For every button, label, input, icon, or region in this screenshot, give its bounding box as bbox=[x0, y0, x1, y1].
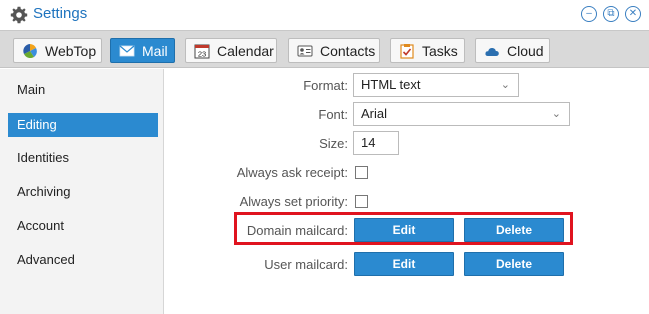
contacts-icon bbox=[297, 45, 313, 56]
tab-tasks[interactable]: Tasks bbox=[390, 38, 465, 63]
size-value: 14 bbox=[361, 135, 376, 150]
set-priority-checkbox[interactable] bbox=[355, 195, 368, 208]
calendar-icon: 23 bbox=[194, 44, 210, 58]
format-label: Format: bbox=[303, 78, 348, 93]
tab-label: Contacts bbox=[320, 42, 376, 59]
domain-mailcard-edit-button[interactable]: Edit bbox=[354, 218, 454, 242]
close-icon[interactable]: ✕ bbox=[625, 6, 641, 22]
ask-receipt-label: Always ask receipt: bbox=[236, 165, 348, 180]
mail-icon bbox=[119, 45, 135, 56]
maximize-icon[interactable]: ⧉ bbox=[603, 6, 619, 22]
size-label: Size: bbox=[319, 136, 348, 151]
tab-calendar[interactable]: 23 Calendar bbox=[185, 38, 277, 63]
user-mailcard-edit-button[interactable]: Edit bbox=[354, 252, 454, 276]
tab-cloud[interactable]: Cloud bbox=[475, 38, 550, 63]
tasks-icon bbox=[400, 43, 414, 59]
set-priority-label: Always set priority: bbox=[239, 194, 348, 209]
sidebar-item-editing[interactable]: Editing bbox=[8, 113, 158, 137]
svg-text:23: 23 bbox=[198, 49, 206, 58]
app-tabbar: WebTop Mail 23 Calendar Contacts Tasks C… bbox=[0, 30, 649, 68]
window-title: Settings bbox=[33, 5, 88, 22]
cloud-icon bbox=[485, 47, 499, 56]
sidebar-item-identities[interactable]: Identities bbox=[8, 146, 158, 170]
settings-window: Settings – ⧉ ✕ WebTop Mail 23 Calendar C… bbox=[0, 0, 649, 314]
tab-label: Tasks bbox=[422, 42, 458, 59]
tab-contacts[interactable]: Contacts bbox=[288, 38, 380, 63]
tab-label: WebTop bbox=[45, 42, 97, 59]
format-value: HTML text bbox=[361, 77, 421, 92]
sidebar-item-account[interactable]: Account bbox=[8, 214, 158, 238]
tab-label: Mail bbox=[142, 42, 168, 59]
sidebar-item-main[interactable]: Main bbox=[8, 78, 158, 102]
font-value: Arial bbox=[361, 106, 388, 121]
chevron-down-icon: ⌄ bbox=[551, 108, 561, 120]
sidebar-item-archiving[interactable]: Archiving bbox=[8, 180, 158, 204]
sidebar-item-advanced[interactable]: Advanced bbox=[8, 248, 158, 272]
domain-mailcard-delete-button[interactable]: Delete bbox=[464, 218, 564, 242]
ask-receipt-checkbox[interactable] bbox=[355, 166, 368, 179]
format-select[interactable]: HTML text ⌄ bbox=[353, 73, 519, 97]
user-mailcard-label: User mailcard: bbox=[264, 257, 348, 272]
tab-mail[interactable]: Mail bbox=[110, 38, 175, 63]
chevron-down-icon: ⌄ bbox=[500, 79, 510, 91]
size-field[interactable]: 14 bbox=[353, 131, 399, 155]
tab-label: Calendar bbox=[217, 42, 274, 59]
font-label: Font: bbox=[318, 107, 348, 122]
tab-webtop[interactable]: WebTop bbox=[13, 38, 102, 63]
minimize-icon[interactable]: – bbox=[581, 6, 597, 22]
settings-sidebar: Main Editing Identities Archiving Accoun… bbox=[0, 69, 164, 314]
user-mailcard-delete-button[interactable]: Delete bbox=[464, 252, 564, 276]
domain-mailcard-label: Domain mailcard: bbox=[246, 223, 348, 238]
gear-icon bbox=[10, 6, 28, 24]
font-select[interactable]: Arial ⌄ bbox=[353, 102, 570, 126]
tab-label: Cloud bbox=[507, 42, 544, 59]
webtop-icon bbox=[23, 43, 37, 58]
title-bar: Settings – ⧉ ✕ bbox=[0, 0, 649, 30]
